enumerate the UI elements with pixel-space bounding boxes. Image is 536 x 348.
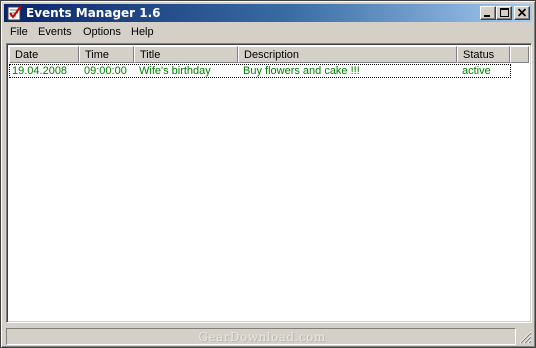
column-header-time[interactable]: Time xyxy=(79,46,134,63)
menu-file[interactable]: File xyxy=(10,23,28,42)
menu-options[interactable]: Options xyxy=(83,23,121,42)
maximize-icon xyxy=(500,8,509,17)
cell-time: 09:00:00 xyxy=(84,65,127,77)
column-header-filler xyxy=(510,46,529,63)
status-bar: GearDownload.com xyxy=(4,326,532,346)
events-list[interactable]: Date Time Title Description Status 19.04… xyxy=(6,43,532,323)
column-header-title[interactable]: Title xyxy=(134,46,238,63)
column-header-date[interactable]: Date xyxy=(9,46,79,63)
cell-title: Wife's birthday xyxy=(139,65,211,77)
cell-date: 19.04.2008 xyxy=(12,65,68,77)
window-title: Events Manager 1.6 xyxy=(26,6,161,20)
title-bar[interactable]: Events Manager 1.6 xyxy=(4,4,532,22)
app-window: Events Manager 1.6 File Events Options H… xyxy=(0,0,536,348)
menu-help[interactable]: Help xyxy=(131,23,154,42)
status-panel: GearDownload.com xyxy=(6,328,516,345)
list-header: Date Time Title Description Status xyxy=(9,46,529,63)
column-header-description[interactable]: Description xyxy=(238,46,457,63)
watermark: GearDownload.com xyxy=(198,330,326,344)
maximize-button[interactable] xyxy=(496,6,512,20)
menu-bar: File Events Options Help xyxy=(4,23,532,42)
cell-description: Buy flowers and cake !!! xyxy=(243,65,360,77)
column-header-status[interactable]: Status xyxy=(457,46,510,63)
close-icon xyxy=(517,8,527,17)
close-button[interactable] xyxy=(514,6,530,20)
minimize-button[interactable] xyxy=(480,6,496,20)
cell-status: active xyxy=(462,65,491,77)
resize-grip-icon[interactable] xyxy=(519,331,532,344)
minimize-icon xyxy=(484,15,490,17)
table-row[interactable]: 19.04.2008 09:00:00 Wife's birthday Buy … xyxy=(9,64,511,78)
app-checkmark-icon xyxy=(7,5,23,21)
menu-events[interactable]: Events xyxy=(38,23,72,42)
